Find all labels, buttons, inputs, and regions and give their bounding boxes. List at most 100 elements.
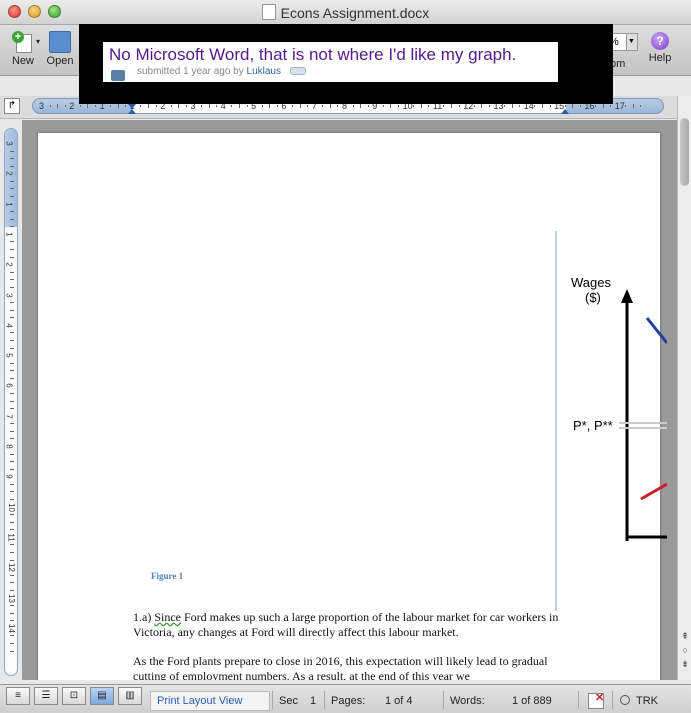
new-dropdown-arrow[interactable]: ▾ <box>34 37 42 46</box>
vertical-ruler-tick <box>10 521 14 523</box>
spelling-status-icon[interactable]: ✕ <box>588 692 604 709</box>
help-button[interactable]: ? Help <box>644 32 676 64</box>
vertical-ruler-tick <box>10 286 14 288</box>
print-layout-button[interactable]: ▤ <box>90 687 114 705</box>
vertical-ruler-number: 3 <box>4 141 14 146</box>
vertical-ruler-tick <box>10 218 14 220</box>
ruler-tick <box>110 105 112 107</box>
vertical-ruler-tick <box>10 256 14 258</box>
ruler-tick <box>360 104 362 108</box>
right-indent-marker[interactable] <box>561 109 569 114</box>
ruler-tick <box>504 105 506 107</box>
vertical-ruler-tick <box>10 438 14 440</box>
open-button-label: Open <box>46 55 74 67</box>
vertical-ruler-tick <box>10 347 14 349</box>
camera-icon <box>111 70 125 81</box>
document-area[interactable]: Wages ($) P*, P** Figure 1 1.a) Since Fo… <box>22 120 677 680</box>
open-button[interactable]: Open <box>44 31 76 67</box>
chevron-down-icon: ▼ <box>626 34 637 50</box>
vertical-ruler-number: 11 <box>6 533 16 542</box>
ruler-tick <box>170 105 172 107</box>
left-indent-marker[interactable] <box>128 109 136 114</box>
graph-price-label: P*, P** <box>573 418 613 433</box>
vertical-ruler-tick <box>10 165 14 167</box>
ruler-tick <box>148 104 150 108</box>
vertical-ruler-number: 10 <box>6 502 16 512</box>
vertical-scrollbar[interactable]: ⇞ ○ ⇟ <box>677 96 691 680</box>
ruler-tick <box>140 105 142 107</box>
ruler-tick <box>572 104 574 108</box>
ruler-tick <box>367 105 369 107</box>
post-title[interactable]: No Microsoft Word, that is not where I'd… <box>109 45 516 65</box>
ruler-tick <box>95 105 97 107</box>
previous-page-icon[interactable]: ⇞ <box>679 630 691 642</box>
paragraph-2: As the Ford plants prepare to close in 2… <box>133 654 548 680</box>
help-icon: ? <box>651 32 669 50</box>
ruler-tick <box>413 105 415 107</box>
y-axis-arrow <box>621 289 633 303</box>
ruler-tick <box>640 105 642 107</box>
ruler-tick <box>87 104 89 108</box>
post-author-link[interactable]: Luklaus <box>247 66 281 77</box>
vertical-ruler-tick <box>10 514 14 516</box>
ruler-tick <box>541 104 543 108</box>
draft-view-button[interactable]: ≡ <box>6 687 30 705</box>
vertical-ruler-tick <box>10 582 14 584</box>
vertical-ruler-tick <box>10 552 14 554</box>
ruler-tick <box>610 105 612 107</box>
ruler-tick <box>428 105 430 107</box>
vertical-ruler-number: 13 <box>6 593 16 603</box>
ruler-tick <box>276 105 278 107</box>
vertical-ruler-tick <box>10 196 14 198</box>
ruler-tick <box>216 105 218 107</box>
flair-icon <box>289 67 306 76</box>
window-title-text: Econs Assignment.docx <box>280 5 430 21</box>
track-changes-label[interactable]: TRK <box>636 695 658 707</box>
vertical-ruler-number: 8 <box>4 444 14 449</box>
ruler-tick <box>57 104 59 108</box>
ruler-tick <box>322 105 324 107</box>
tab-selector-icon[interactable]: ↱ <box>4 98 20 114</box>
ruler-tick <box>178 104 180 108</box>
vertical-ruler-tick <box>10 302 14 304</box>
ruler-tick <box>231 105 233 107</box>
vertical-ruler-tick <box>10 400 14 402</box>
vertical-ruler-tick <box>10 468 14 470</box>
vertical-ruler-tick <box>10 612 14 614</box>
vertical-ruler-tick <box>10 544 14 546</box>
vertical-ruler-tick <box>10 559 14 561</box>
vertical-ruler-number: 4 <box>4 323 14 328</box>
ruler-tick <box>602 104 604 108</box>
outline-view-button[interactable]: ☰ <box>34 687 58 705</box>
help-button-label: Help <box>648 52 672 64</box>
vertical-ruler-tick <box>10 271 14 273</box>
ruler-tick <box>625 105 627 107</box>
vertical-ruler-tick <box>10 642 14 644</box>
spelling-flagged-word[interactable]: Since <box>154 610 181 624</box>
notebook-layout-button[interactable]: ▥ <box>118 687 142 705</box>
ruler-tick <box>269 104 271 108</box>
vertical-ruler-number: 3 <box>4 292 14 298</box>
vertical-ruler-tick <box>10 377 14 379</box>
ruler-tick <box>398 105 400 107</box>
scrollbar-thumb[interactable] <box>680 118 689 186</box>
graph-y-label-line2: ($) <box>585 290 601 305</box>
ruler-tick <box>291 105 293 107</box>
vertical-ruler-tick <box>10 392 14 394</box>
section-label: Sec <box>279 695 298 707</box>
words-value: 1 of 889 <box>512 695 552 707</box>
graph-y-label-line1: Wages <box>571 275 611 290</box>
words-label: Words: <box>450 695 485 707</box>
misplaced-graph[interactable]: Wages ($) P*, P** <box>557 231 669 556</box>
vertical-ruler-tick <box>10 241 14 243</box>
vertical-ruler-tick <box>10 491 14 493</box>
publishing-layout-button[interactable]: ⊡ <box>62 687 86 705</box>
ruler-tick <box>299 104 301 108</box>
next-page-icon[interactable]: ⇟ <box>679 658 691 670</box>
current-view-label: Print Layout View <box>157 695 243 707</box>
browse-object-icon[interactable]: ○ <box>679 644 691 656</box>
vertical-ruler[interactable]: 3 2 1 1 2 3 4 5 6 7 8 9 10 11 12 13 14 <box>4 128 18 676</box>
vertical-ruler-number: 1 <box>4 232 14 237</box>
document-page[interactable]: Wages ($) P*, P** Figure 1 1.a) Since Fo… <box>38 133 669 680</box>
ruler-tick <box>564 105 566 107</box>
